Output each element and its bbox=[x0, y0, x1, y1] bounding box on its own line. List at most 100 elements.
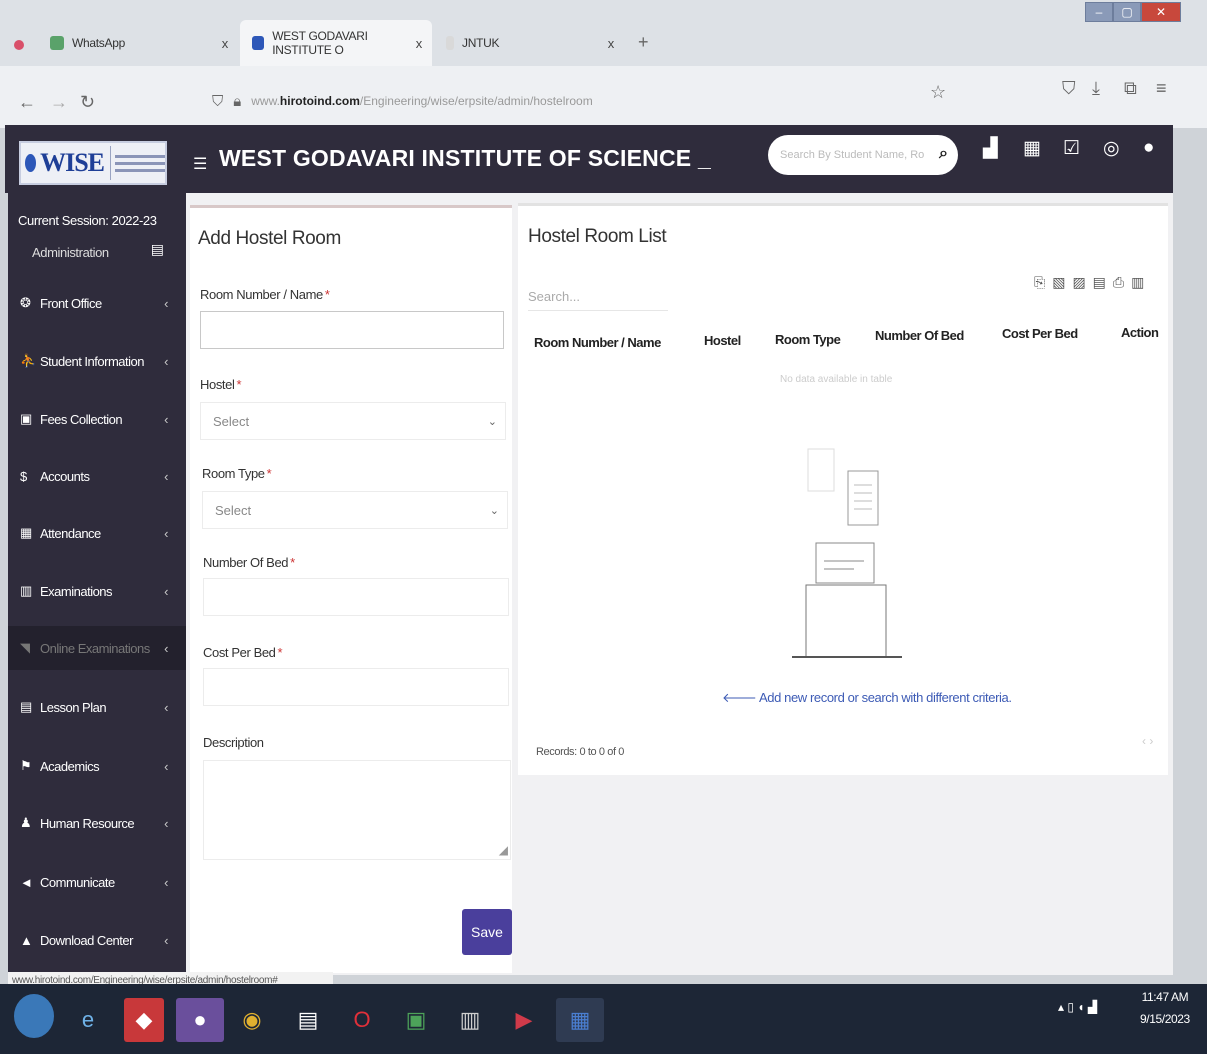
description-textarea[interactable]: ◢ bbox=[203, 760, 511, 860]
excel-app-icon[interactable]: ▣ bbox=[396, 998, 436, 1042]
start-button[interactable] bbox=[14, 994, 54, 1038]
sidebar-item-lesson-plan[interactable]: ▤ Lesson Plan ‹ bbox=[8, 685, 186, 729]
sidebar-item-label: Fees Collection bbox=[40, 411, 123, 427]
internet-explorer-icon[interactable]: e bbox=[68, 998, 108, 1042]
column-header-number-of-bed[interactable]: Number Of Bed bbox=[875, 328, 964, 343]
sidebar-item-accounts[interactable]: $ Accounts ‹ bbox=[8, 454, 186, 498]
sidebar-item-front-office[interactable]: ❂ Front Office ‹ bbox=[8, 281, 186, 325]
sidebar-item-label: Academics bbox=[40, 758, 100, 774]
excel-icon[interactable]: ▧ bbox=[1052, 274, 1065, 291]
maximize-icon[interactable]: ▢ bbox=[1113, 2, 1141, 22]
chrome-icon[interactable]: ◉ bbox=[232, 998, 272, 1042]
tab-close-icon[interactable]: x bbox=[222, 36, 229, 51]
forward-icon[interactable]: → bbox=[50, 92, 68, 113]
sidebar-item-online-examinations[interactable]: ◥ Online Examinations ‹ bbox=[8, 626, 186, 670]
logo-subtitle bbox=[110, 146, 165, 180]
task-check-icon[interactable]: ☑ bbox=[1063, 137, 1080, 160]
url-host: hirotoind.com bbox=[279, 94, 360, 108]
reload-icon[interactable]: ↻ bbox=[80, 92, 95, 113]
search-icon[interactable]: ⌕ bbox=[939, 145, 948, 163]
file-manager-icon[interactable]: ▤ bbox=[288, 998, 328, 1042]
id-card-icon[interactable]: ▤ bbox=[151, 241, 164, 258]
back-icon[interactable]: ← bbox=[18, 92, 36, 113]
number-of-bed-label: Number Of Bed * bbox=[203, 555, 295, 570]
cost-per-bed-label: Cost Per Bed * bbox=[203, 645, 283, 660]
app-header: WISE ☰ WEST GODAVARI INSTITUTE OF SCIENC… bbox=[5, 125, 1173, 193]
chevron-left-icon: ‹ bbox=[164, 353, 168, 369]
hostel-select[interactable]: Select ⌄ bbox=[200, 402, 506, 440]
room-type-select[interactable]: Select ⌄ bbox=[202, 491, 508, 529]
close-window-icon[interactable]: ✕ bbox=[1141, 2, 1181, 22]
sidebar-item-communicate[interactable]: ◄ Communicate ‹ bbox=[8, 860, 186, 904]
page-title: WEST GODAVARI INSTITUTE OF SCIENCE _ bbox=[219, 145, 711, 171]
new-tab-button[interactable]: + bbox=[638, 32, 649, 53]
taskbar-time: 11:47 AM bbox=[1141, 990, 1189, 1004]
front-office-icon: ❂ bbox=[20, 295, 31, 310]
pagination[interactable]: ‹ › bbox=[1142, 734, 1153, 748]
room-type-select-value: Select bbox=[215, 502, 252, 518]
chevron-left-icon: ‹ bbox=[164, 525, 168, 541]
tab-jntuk[interactable]: JNTUK x bbox=[434, 20, 624, 66]
media-player-icon[interactable]: ◆ bbox=[124, 998, 164, 1042]
form-title: Add Hostel Room bbox=[198, 228, 341, 249]
sidebar-item-academics[interactable]: ⚑ Academics ‹ bbox=[8, 744, 186, 788]
columns-icon[interactable]: ▥ bbox=[1131, 274, 1144, 291]
tab-close-icon[interactable]: x bbox=[416, 36, 423, 51]
column-header-room-number[interactable]: Room Number / Name bbox=[534, 335, 661, 350]
pocket-icon[interactable]: ⛉ bbox=[1062, 78, 1076, 99]
save-button[interactable]: Save bbox=[462, 909, 512, 955]
chevron-left-icon: ‹ bbox=[164, 932, 168, 948]
opera-icon[interactable]: O bbox=[342, 998, 382, 1042]
print-icon[interactable]: ⎙ bbox=[1113, 274, 1124, 291]
chevron-left-icon: ‹ bbox=[164, 468, 168, 484]
whatsapp-icon[interactable]: ◎ bbox=[1103, 137, 1120, 160]
address-bar[interactable]: ⛉ 🔒︎ www. hirotoind.com/Engineering/wise/… bbox=[200, 84, 920, 118]
user-avatar[interactable]: ● bbox=[1143, 137, 1154, 159]
taskbar-clock[interactable]: 11:47 AM 9/15/2023 bbox=[1140, 986, 1190, 1030]
logo-emblem-icon bbox=[25, 154, 37, 172]
hostel-select-value: Select bbox=[213, 413, 250, 429]
column-header-cost-per-bed[interactable]: Cost Per Bed bbox=[1002, 326, 1078, 341]
add-record-hint-link[interactable]: 🡐 Add new record or search with differen… bbox=[722, 690, 1012, 706]
cost-per-bed-input[interactable] bbox=[203, 668, 509, 706]
sidebar-item-student-information[interactable]: ⛹ Student Information ‹ bbox=[8, 339, 186, 383]
number-of-bed-input[interactable] bbox=[203, 578, 509, 616]
column-header-hostel[interactable]: Hostel bbox=[704, 333, 741, 348]
pdf-icon[interactable]: ▤ bbox=[1093, 274, 1106, 291]
tab-close-icon[interactable]: x bbox=[608, 36, 615, 51]
resize-handle-icon[interactable]: ◢ bbox=[499, 843, 508, 857]
clipboard-icon[interactable]: ▥ bbox=[450, 998, 490, 1042]
sidebar-item-fees-collection[interactable]: ▣ Fees Collection ‹ bbox=[8, 397, 186, 441]
sidebar-item-download-center[interactable]: ▲ Download Center ‹ bbox=[8, 918, 186, 962]
list-search-placeholder: Search... bbox=[528, 289, 581, 304]
system-tray[interactable]: ▴ ▯ ◖ ▟ bbox=[1058, 1000, 1097, 1014]
tab-west-godavari[interactable]: WEST GODAVARI INSTITUTE O x bbox=[240, 20, 432, 66]
graduation-cap-icon: ⚑ bbox=[20, 758, 32, 773]
student-search-input[interactable]: Search By Student Name, Ro ⌕ bbox=[768, 135, 958, 175]
menu-toggle-icon[interactable]: ☰ bbox=[193, 154, 207, 174]
taskbar-date: 9/15/2023 bbox=[1140, 1012, 1190, 1026]
firefox-icon[interactable]: ● bbox=[176, 998, 224, 1042]
chart-icon[interactable]: ▟ bbox=[983, 137, 998, 160]
list-search-input[interactable]: Search... bbox=[528, 283, 668, 311]
column-header-room-type[interactable]: Room Type bbox=[775, 332, 841, 347]
sidebar-item-human-resource[interactable]: ♟ Human Resource ‹ bbox=[8, 801, 186, 845]
media-app-icon[interactable]: ▶ bbox=[504, 998, 544, 1042]
download-icon[interactable]: ⤓ bbox=[1092, 78, 1100, 99]
sidebar-item-label: Examinations bbox=[40, 583, 113, 599]
copy-icon[interactable]: ⎘ bbox=[1034, 274, 1045, 291]
room-number-input[interactable] bbox=[200, 311, 504, 349]
bookmark-star-icon[interactable]: ☆ bbox=[930, 82, 946, 103]
menu-icon[interactable]: ≡ bbox=[1156, 78, 1167, 99]
tab-whatsapp[interactable]: WhatsApp x bbox=[38, 20, 238, 66]
extensions-icon[interactable]: ⧉ bbox=[1124, 78, 1137, 99]
page-icon bbox=[446, 36, 454, 50]
csv-icon[interactable]: ▨ bbox=[1072, 274, 1085, 291]
window-controls: – ▢ ✕ bbox=[1085, 2, 1181, 22]
logo[interactable]: WISE bbox=[19, 141, 167, 185]
word-app-icon[interactable]: ▦ bbox=[556, 998, 604, 1042]
sidebar-item-attendance[interactable]: ▦ Attendance ‹ bbox=[8, 511, 186, 555]
calendar-icon[interactable]: ▦ bbox=[1023, 137, 1041, 160]
sidebar-item-examinations[interactable]: ▥ Examinations ‹ bbox=[8, 569, 186, 613]
minimize-icon[interactable]: – bbox=[1085, 2, 1113, 22]
